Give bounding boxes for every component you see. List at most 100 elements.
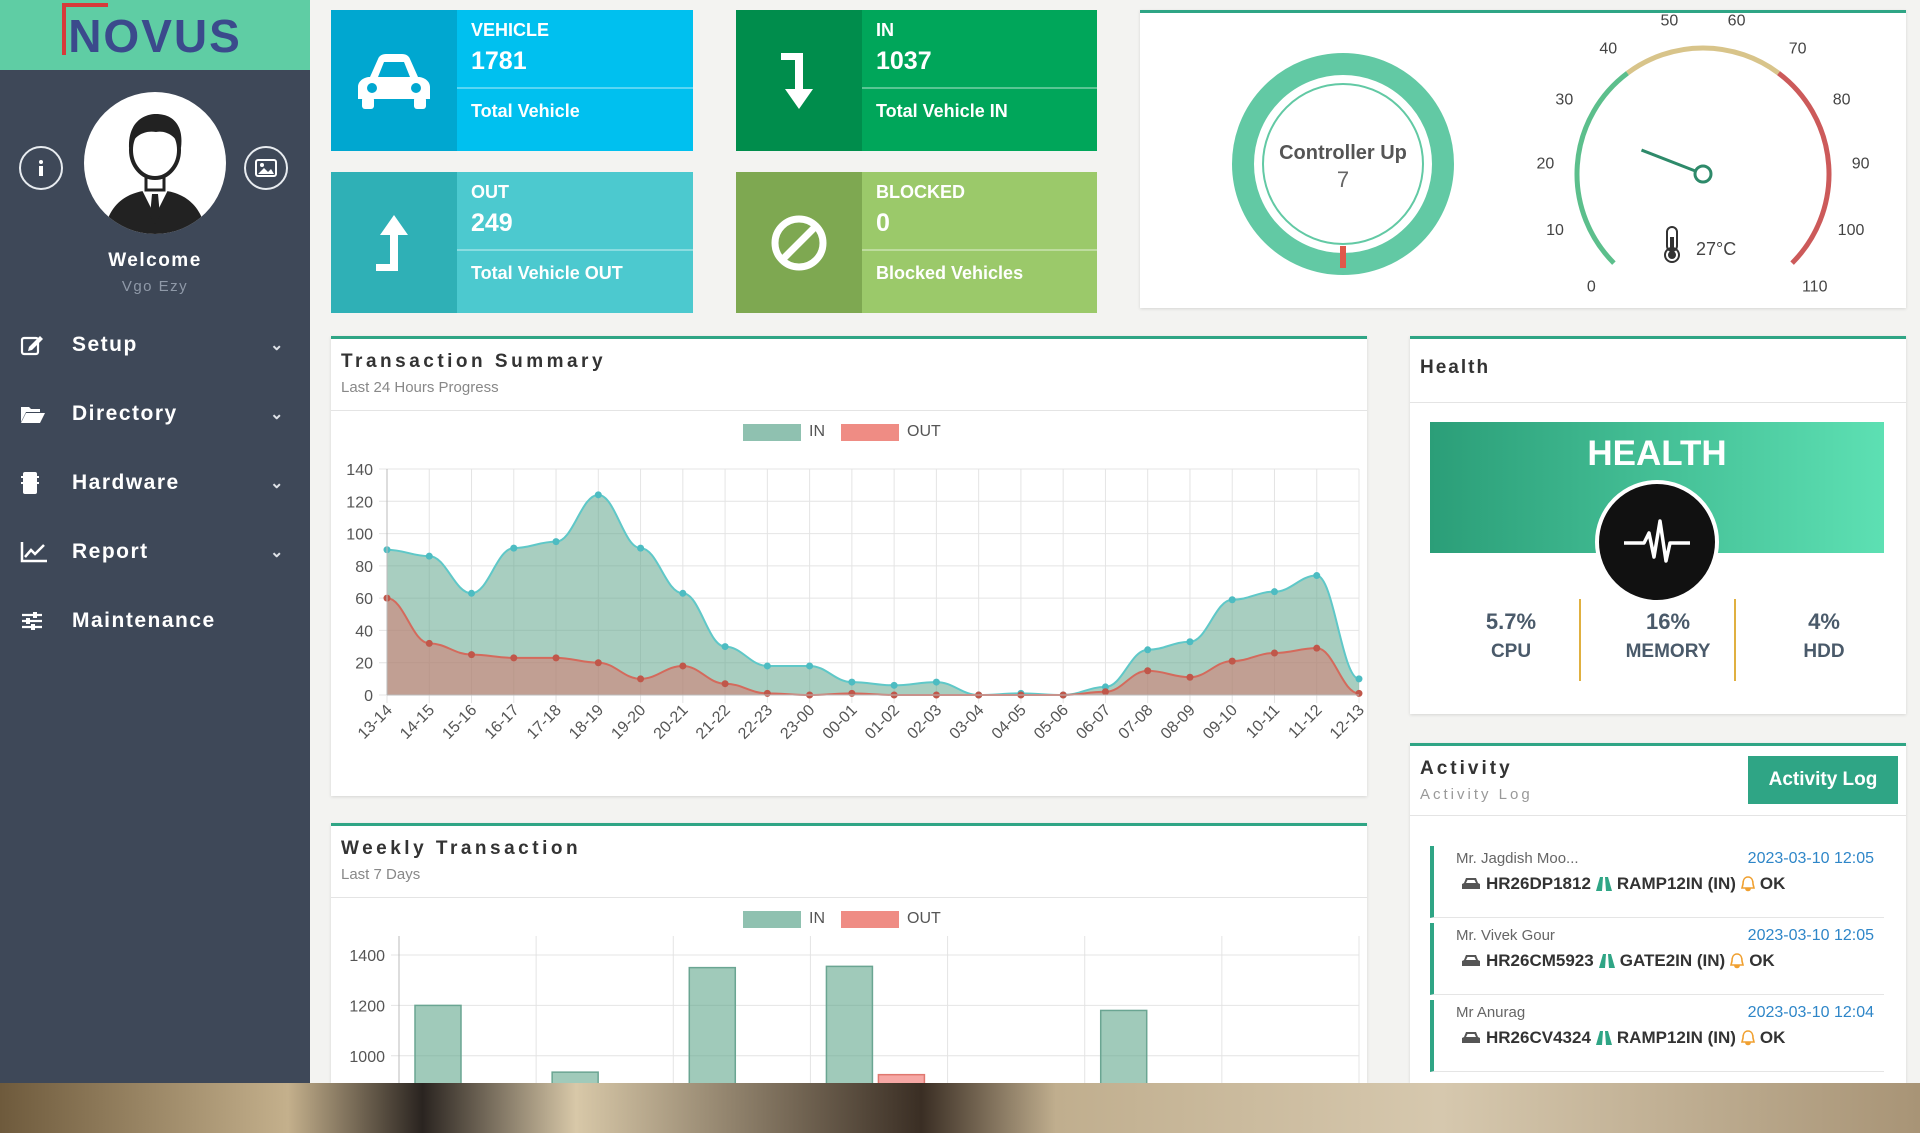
info-icon[interactable] — [19, 146, 63, 190]
chevron-down-icon: ⌄ — [270, 543, 285, 561]
data-point-in — [806, 662, 814, 670]
data-point-out — [679, 662, 687, 670]
tile-title: VEHICLE — [471, 20, 550, 40]
tile-out[interactable]: OUT 249 Total Vehicle OUT — [331, 172, 693, 313]
y-tick-label: 1200 — [349, 998, 385, 1015]
data-point-in — [425, 552, 433, 560]
panel-header: Health — [1410, 339, 1906, 403]
x-tick-label: 06-07 — [1073, 702, 1114, 743]
x-tick-label: 22-23 — [735, 702, 776, 743]
y-tick-label: 1400 — [349, 948, 385, 965]
bar-in — [1099, 1009, 1148, 1086]
sidebar-item-report[interactable]: Report ⌄ — [0, 517, 310, 586]
tile-value: 249 — [471, 209, 513, 237]
data-point-out — [510, 654, 518, 662]
activity-time: 2023-03-10 12:05 — [1747, 927, 1874, 944]
data-point-out — [1101, 688, 1109, 696]
data-point-out — [763, 689, 771, 697]
bar-in — [414, 1004, 462, 1086]
edit-icon — [20, 334, 72, 356]
y-tick-label: 60 — [355, 591, 373, 608]
x-tick-label: 19-20 — [608, 702, 649, 743]
data-point-out — [1186, 673, 1194, 681]
x-tick-label: 21-22 — [693, 702, 734, 743]
x-tick-label: 05-06 — [1031, 702, 1072, 743]
data-point-in — [763, 662, 771, 670]
sidebar-item-directory[interactable]: Directory ⌄ — [0, 379, 310, 448]
memory-stat: 16% MEMORY — [1593, 609, 1743, 663]
activity-item[interactable]: Mr. Vivek Gour 2023-03-10 12:05 HR26CM59… — [1430, 923, 1884, 995]
controller-value: 7 — [1337, 167, 1349, 192]
profile-section: Welcome Vgo Ezy — [0, 70, 310, 310]
gauge-tick-label: 50 — [1661, 13, 1679, 30]
chevron-down-icon: ⌄ — [270, 336, 285, 354]
data-point-out — [1228, 657, 1236, 665]
chart-legend: IN OUT — [743, 910, 957, 928]
activity-log-button[interactable]: Activity Log — [1748, 756, 1898, 804]
activity-item[interactable]: Mr Anurag 2023-03-10 12:04 HR26CV4324 RA… — [1430, 1000, 1884, 1072]
activity-gate: RAMP12IN (IN) — [1616, 1028, 1736, 1047]
gauge-tick-label: 100 — [1838, 222, 1865, 239]
data-point-in — [594, 491, 602, 499]
hdd-icon — [20, 471, 72, 495]
bar-in — [825, 965, 874, 1086]
divider — [1734, 599, 1736, 681]
data-point-out — [848, 689, 856, 697]
y-tick-label: 40 — [355, 623, 373, 640]
legend-swatch-out — [841, 910, 899, 928]
sidebar-item-maintenance[interactable]: Maintenance — [0, 586, 310, 655]
gauge-tick-label: 10 — [1546, 222, 1564, 239]
gauge-tick-label: 40 — [1599, 41, 1617, 58]
x-tick-label: 08-09 — [1158, 702, 1199, 743]
activity-gate: GATE2IN (IN) — [1619, 951, 1726, 970]
x-tick-label: 07-08 — [1116, 702, 1157, 743]
image-icon[interactable] — [244, 146, 288, 190]
x-tick-label: 01-02 — [862, 702, 903, 743]
data-point-in — [1186, 638, 1194, 646]
tile-blocked[interactable]: BLOCKED 0 Blocked Vehicles — [736, 172, 1097, 313]
sidebar-menu: Setup ⌄ Directory ⌄ Hardware ⌄ Report ⌄ — [0, 310, 310, 655]
sidebar-item-label: Directory — [72, 401, 178, 425]
panel-header: Weekly Transaction Last 7 Days — [331, 826, 1367, 898]
data-point-in — [1228, 596, 1236, 604]
x-tick-label: 02-03 — [904, 702, 945, 743]
activity-plate: HR26CV4324 — [1486, 1028, 1591, 1047]
bell-icon — [1740, 1030, 1755, 1046]
transaction-summary-panel: Transaction Summary Last 24 Hours Progre… — [331, 336, 1367, 796]
hdd-value: 4% — [1808, 609, 1840, 634]
thermometer-icon — [1664, 226, 1680, 263]
avatar[interactable] — [84, 92, 226, 234]
data-point-in — [1313, 572, 1321, 580]
data-point-out — [552, 654, 560, 662]
username: Vgo Ezy — [121, 278, 189, 295]
activity-user: Mr Anurag — [1456, 1004, 1526, 1021]
gauge-arc-segment — [1574, 71, 1629, 265]
tile-vehicle[interactable]: VEHICLE 1781 Total Vehicle — [331, 10, 693, 151]
sidebar-item-hardware[interactable]: Hardware ⌄ — [0, 448, 310, 517]
legend-swatch-in — [743, 423, 801, 441]
temperature-reading: 27°C — [1696, 239, 1736, 259]
tile-label: Blocked Vehicles — [876, 263, 1024, 283]
x-tick-label: 04-05 — [989, 702, 1030, 743]
brand-logo[interactable]: NOVUS — [62, 3, 242, 63]
data-point-out — [637, 675, 645, 683]
activity-item[interactable]: Mr. Jagdish Moo... 2023-03-10 12:05 HR26… — [1430, 846, 1884, 918]
sidebar-item-label: Maintenance — [72, 608, 216, 632]
tile-in[interactable]: IN 1037 Total Vehicle IN — [736, 10, 1097, 151]
data-point-in — [932, 678, 940, 686]
gauge-tick-label: 90 — [1852, 156, 1870, 173]
tile-title: IN — [876, 20, 894, 40]
tile-label: Total Vehicle — [471, 101, 580, 121]
data-point-in — [1144, 646, 1152, 654]
data-point-out — [425, 639, 433, 647]
memory-value: 16% — [1645, 609, 1691, 634]
sidebar: NOVUS Welcome Vgo Ezy Setup ⌄ Directory … — [0, 0, 310, 1083]
data-point-in — [468, 589, 476, 597]
y-tick-label: 80 — [355, 559, 373, 576]
weekly-transaction-chart: 1000 1200 1400 — [349, 936, 1360, 1086]
y-tick-label: 100 — [346, 527, 373, 544]
legend-out: OUT — [907, 423, 941, 440]
sidebar-item-setup[interactable]: Setup ⌄ — [0, 310, 310, 379]
tile-label: Total Vehicle OUT — [471, 263, 623, 283]
ban-icon — [736, 172, 862, 313]
